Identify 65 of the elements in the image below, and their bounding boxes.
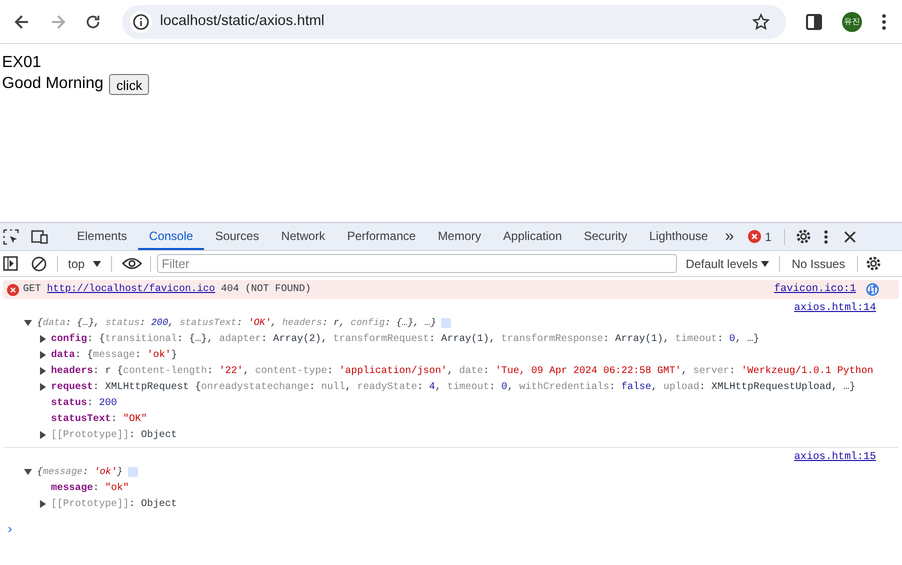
page-heading: EX01	[2, 53, 42, 73]
reload-icon[interactable]	[84, 12, 102, 30]
object-summary[interactable]: {message: 'ok'}	[37, 464, 123, 480]
close-icon[interactable]	[844, 230, 856, 242]
object-summary[interactable]: {data: {…}, status: 200, statusText: 'OK', headers: r, config: {…}, …}	[37, 316, 436, 330]
inspect-element-icon[interactable]	[3, 228, 19, 244]
property-row[interactable]: data: {message: 'ok'}	[51, 348, 178, 362]
property-row[interactable]: request: XMLHttpRequest {onreadystatechange: null, readyState: 4, timeout: 0, withCredentials: false, upload: XMLHttpRequestUpload, …}	[51, 380, 856, 394]
menu-icon[interactable]	[882, 14, 886, 30]
more-options-icon[interactable]	[824, 230, 828, 244]
expand-arrow-icon[interactable]	[39, 500, 47, 508]
error-icon	[748, 230, 761, 243]
eye-icon[interactable]	[122, 257, 142, 270]
network-icon[interactable]	[866, 283, 879, 296]
devtools-tab[interactable]: Performance	[336, 223, 427, 250]
devtools-tab[interactable]: Memory	[426, 223, 492, 250]
filter-field[interactable]: Filter	[156, 254, 677, 273]
source-link[interactable]: axios.html:14	[794, 301, 876, 315]
more-tabs-button[interactable]: »	[724, 224, 734, 248]
greeting-text: Good Morning	[2, 74, 104, 94]
devtools-tab[interactable]: Network	[270, 223, 336, 250]
address-bar[interactable]: localhost/static/axios.html	[122, 4, 786, 38]
sidebar-toggle-icon[interactable]	[3, 256, 18, 271]
property-row[interactable]: config: {transitional: {…}, adapter: Array(2), transformRequest: Array(1), transformResponse: Array(1), timeout: 0, …}	[51, 332, 760, 346]
expand-arrow-icon[interactable]	[39, 335, 47, 343]
side-panel-icon[interactable]	[806, 14, 822, 30]
devtools-tab[interactable]: Lighthouse	[638, 223, 719, 250]
expand-arrow-icon[interactable]	[39, 351, 47, 359]
devtools-tab[interactable]: Application	[492, 223, 573, 250]
devtools-tab[interactable]: Console	[138, 223, 204, 250]
url-text: localhost/static/axios.html	[160, 12, 326, 31]
devtools-tab[interactable]: Elements	[66, 223, 138, 250]
clear-console-icon[interactable]	[31, 256, 47, 272]
device-toolbar-icon[interactable]	[31, 229, 48, 244]
expand-arrow-icon[interactable]	[39, 431, 47, 439]
issues-button[interactable]: No Issues	[792, 254, 846, 272]
property-row[interactable]: message: "ok"	[51, 480, 130, 496]
expand-arrow-icon[interactable]	[39, 383, 47, 391]
settings-icon[interactable]	[865, 255, 882, 272]
property-row[interactable]: status: 200	[51, 396, 118, 410]
info-icon[interactable]	[130, 10, 152, 32]
error-message: GET http://localhost/favicon.ico 404 (NOT FOUND)	[23, 282, 312, 297]
error-count-badge[interactable]: 1	[748, 228, 772, 246]
caret-icon	[92, 260, 101, 266]
caret-icon	[760, 260, 769, 266]
profile-avatar[interactable]: 유진	[842, 12, 862, 32]
collapse-arrow-icon[interactable]	[24, 319, 32, 327]
devtools-tab[interactable]: Sources	[204, 223, 270, 250]
property-row[interactable]: [[Prototype]]: Object	[51, 496, 178, 512]
collapse-arrow-icon[interactable]	[24, 468, 32, 476]
star-icon[interactable]	[752, 12, 770, 30]
property-row[interactable]: [[Prototype]]: Object	[51, 428, 178, 442]
levels-dropdown[interactable]: Default levels	[686, 254, 769, 272]
devtools-tab[interactable]: Security	[572, 223, 638, 250]
error-icon	[7, 284, 19, 296]
settings-icon[interactable]	[794, 228, 812, 245]
source-link[interactable]: axios.html:15	[794, 450, 876, 464]
property-row[interactable]: headers: r {content-length: '22', content-type: 'application/json', date: 'Tue, 09 Apr 2024 06:22:58 GMT', server: 'Werkzeug/1.0.1 Python	[51, 364, 874, 378]
property-row[interactable]: statusText: "OK"	[51, 412, 148, 426]
source-link[interactable]: favicon.ico:1	[774, 282, 856, 298]
click-button[interactable]: click	[109, 74, 150, 94]
context-dropdown[interactable]: top	[68, 254, 101, 272]
console-prompt[interactable]: ›	[0, 516, 902, 540]
url-link[interactable]: http://localhost/favicon.ico	[47, 284, 216, 295]
expand-arrow-icon[interactable]	[39, 367, 47, 375]
